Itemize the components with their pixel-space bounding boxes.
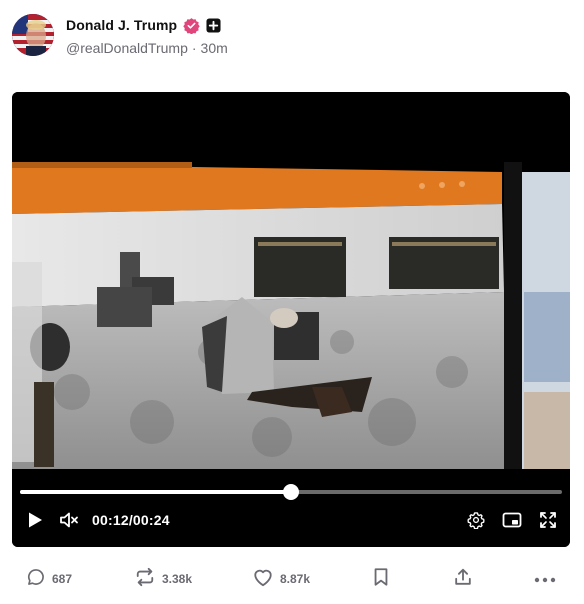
plus-badge-icon	[206, 17, 221, 33]
reply-count: 687	[52, 572, 73, 586]
display-name[interactable]: Donald J. Trump	[66, 17, 177, 33]
fullscreen-button[interactable]	[537, 511, 559, 533]
share-button[interactable]	[453, 566, 473, 592]
video-player[interactable]: 00:12/00:24	[12, 92, 570, 547]
progress-fill	[20, 490, 291, 494]
post-card: Donald J. Trump @realDonaldTrump · 30m 0…	[0, 0, 584, 604]
settings-button[interactable]	[465, 511, 487, 533]
progress-thumb[interactable]	[283, 484, 299, 500]
gear-icon	[467, 511, 485, 534]
name-row: Donald J. Trump	[66, 15, 221, 35]
repost-icon	[134, 567, 156, 592]
avatar-image	[12, 14, 54, 56]
like-count: 8.87k	[280, 572, 311, 586]
mute-button[interactable]	[58, 511, 80, 533]
post-timestamp[interactable]: 30m	[201, 40, 228, 56]
repost-button[interactable]: 3.38k	[134, 566, 192, 592]
bookmark-icon	[372, 567, 390, 592]
video-controls: 00:12/00:24	[12, 469, 570, 547]
picture-in-picture-icon	[502, 512, 522, 533]
video-frame[interactable]	[12, 92, 570, 472]
avatar[interactable]	[12, 14, 54, 56]
more-button[interactable]	[534, 566, 556, 592]
handle-row: @realDonaldTrump · 30m	[66, 40, 228, 56]
repost-count: 3.38k	[162, 572, 193, 586]
duration: 00:24	[132, 512, 170, 528]
comment-icon	[26, 567, 46, 592]
current-time: 00:12	[92, 512, 129, 528]
play-icon	[27, 511, 43, 534]
separator-dot: ·	[191, 40, 197, 56]
reply-button[interactable]: 687	[26, 566, 72, 592]
post-actions: 687 3.38k 8.87k	[12, 566, 572, 594]
verified-badge-icon	[183, 17, 200, 34]
heart-icon	[252, 567, 274, 592]
progress-bar[interactable]	[20, 484, 562, 500]
play-button[interactable]	[24, 511, 46, 533]
user-handle[interactable]: @realDonaldTrump	[66, 40, 188, 56]
more-icon	[534, 570, 556, 588]
pip-button[interactable]	[501, 511, 523, 533]
like-button[interactable]: 8.87k	[252, 566, 310, 592]
volume-muted-icon	[59, 511, 79, 534]
share-icon	[453, 567, 473, 592]
time-readout: 00:12/00:24	[92, 512, 170, 528]
bookmark-button[interactable]	[372, 566, 390, 592]
post-header: Donald J. Trump @realDonaldTrump · 30m	[12, 14, 572, 58]
fullscreen-icon	[539, 511, 557, 534]
